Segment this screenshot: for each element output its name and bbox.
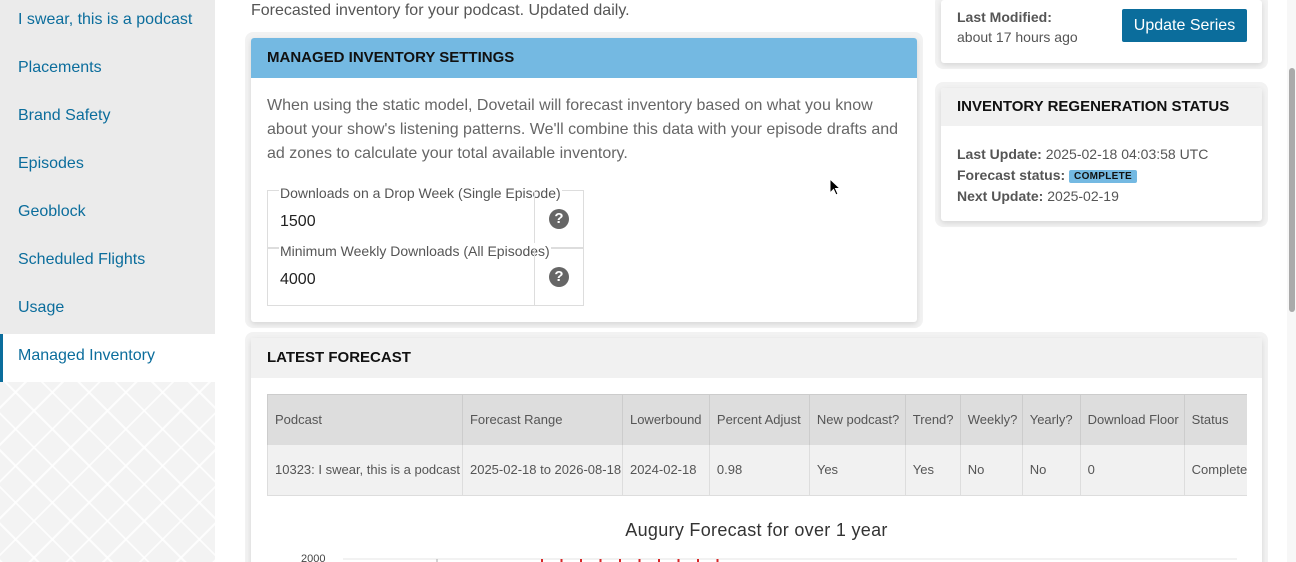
forecast-table: Podcast Forecast Range Lowerbound Percen… — [267, 394, 1247, 496]
weekly-downloads-input[interactable] — [280, 271, 530, 289]
weekly-downloads-field: Minimum Weekly Downloads (All Episodes) … — [267, 243, 584, 306]
table-header-row: Podcast Forecast Range Lowerbound Percen… — [267, 394, 1247, 445]
cell-podcast: 10323: I swear, this is a podcast — [267, 444, 463, 496]
col-new-podcast: New podcast? — [808, 394, 906, 445]
forecast-card: LATEST FORECAST Podcast Forecast Range L… — [251, 338, 1262, 562]
last-modified-value: about 17 hours ago — [957, 29, 1078, 45]
col-percent-adjust: Percent Adjust — [708, 394, 810, 445]
col-download-floor: Download Floor — [1079, 394, 1185, 445]
last-modified-label: Last Modified: — [957, 9, 1052, 25]
cell-new-podcast: Yes — [808, 444, 906, 496]
last-update-line: Last Update: 2025-02-18 04:03:58 UTC — [957, 146, 1208, 162]
sidebar-pattern — [0, 380, 215, 562]
chart-title: Augury Forecast for over 1 year — [625, 520, 888, 540]
next-update-value: 2025-02-19 — [1047, 188, 1119, 204]
col-podcast: Podcast — [267, 394, 463, 445]
regen-title: INVENTORY REGENERATION STATUS — [941, 88, 1262, 126]
drop-week-input[interactable] — [280, 213, 530, 231]
sidebar-item-episodes[interactable]: Episodes — [0, 142, 215, 190]
sidebar-item-scheduled-flights[interactable]: Scheduled Flights — [0, 238, 215, 286]
cell-status: Complete — [1183, 444, 1247, 496]
status-badge: COMPLETE — [1069, 170, 1138, 183]
page-lead: Forecasted inventory for your podcast. U… — [251, 2, 630, 19]
settings-card: MANAGED INVENTORY SETTINGS When using th… — [251, 38, 917, 322]
last-update-label: Last Update: — [957, 146, 1042, 162]
col-status: Status — [1183, 394, 1247, 445]
sidebar-item-usage[interactable]: Usage — [0, 286, 215, 334]
scrollbar[interactable] — [1287, 0, 1296, 562]
series-card: Last Modified: about 17 hours ago Update… — [941, 0, 1262, 63]
help-icon[interactable]: ? — [549, 267, 569, 287]
update-series-button[interactable]: Update Series — [1122, 9, 1247, 42]
sidebar-item-brand-safety[interactable]: Brand Safety — [0, 94, 215, 142]
regen-status-card: INVENTORY REGENERATION STATUS Last Updat… — [941, 88, 1262, 221]
next-update-label: Next Update: — [957, 188, 1044, 204]
sidebar-item-podcast[interactable]: I swear, this is a podcast — [0, 0, 215, 46]
mouse-cursor-icon — [829, 178, 842, 196]
cell-forecast-range: 2025-02-18 to 2026-08-18 — [461, 444, 623, 496]
forecast-title: LATEST FORECAST — [251, 338, 1262, 378]
cell-trend: Yes — [904, 444, 961, 496]
drop-week-label: Downloads on a Drop Week (Single Episode… — [279, 185, 562, 201]
y-tick-label: 2000 — [301, 553, 325, 562]
sidebar-item-managed-inventory[interactable]: Managed Inventory — [0, 334, 215, 382]
scroll-thumb[interactable] — [1289, 68, 1295, 312]
sidebar-item-placements[interactable]: Placements — [0, 46, 215, 94]
sidebar: I swear, this is a podcast Placements Br… — [0, 0, 215, 562]
col-lowerbound: Lowerbound — [621, 394, 710, 445]
cell-weekly: No — [959, 444, 1023, 496]
forecast-status-line: Forecast status: COMPLETE — [957, 167, 1138, 183]
cell-lowerbound: 2024-02-18 — [621, 444, 710, 496]
col-trend: Trend? — [904, 394, 961, 445]
forecast-chart: 2000 — [301, 553, 1237, 562]
col-yearly: Yearly? — [1021, 394, 1081, 445]
forecast-table-wrap[interactable]: Podcast Forecast Range Lowerbound Percen… — [267, 394, 1247, 496]
col-forecast-range: Forecast Range — [461, 394, 623, 445]
table-row: 10323: I swear, this is a podcast 2025-0… — [267, 444, 1247, 496]
drop-week-field: Downloads on a Drop Week (Single Episode… — [267, 185, 584, 248]
cell-percent-adjust: 0.98 — [708, 444, 810, 496]
settings-description: When using the static model, Dovetail wi… — [267, 97, 899, 162]
col-weekly: Weekly? — [959, 394, 1023, 445]
forecast-status-label: Forecast status: — [957, 167, 1066, 183]
last-update-value: 2025-02-18 04:03:58 UTC — [1045, 146, 1209, 162]
weekly-downloads-help[interactable]: ? — [534, 249, 583, 305]
cell-download-floor: 0 — [1079, 444, 1185, 496]
drop-week-help[interactable]: ? — [534, 191, 583, 247]
cell-yearly: No — [1021, 444, 1081, 496]
sidebar-item-geoblock[interactable]: Geoblock — [0, 190, 215, 238]
weekly-downloads-label: Minimum Weekly Downloads (All Episodes) — [279, 243, 551, 259]
next-update-line: Next Update: 2025-02-19 — [957, 188, 1119, 204]
help-icon[interactable]: ? — [549, 209, 569, 229]
settings-title: MANAGED INVENTORY SETTINGS — [251, 38, 917, 78]
